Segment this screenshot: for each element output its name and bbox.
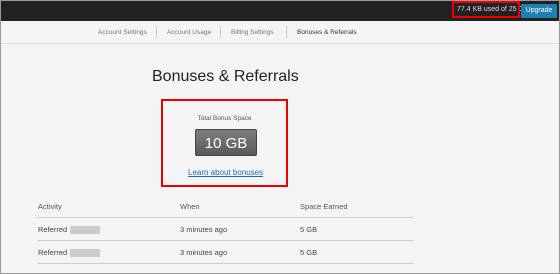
tab-account-settings[interactable]: Account Settings bbox=[98, 29, 147, 36]
tab-divider bbox=[220, 26, 221, 38]
usage-highlight-box bbox=[452, 1, 520, 18]
upgrade-button[interactable]: Upgrade bbox=[521, 4, 557, 18]
tab-divider bbox=[156, 26, 157, 38]
bonus-value-badge: 10 GB bbox=[195, 129, 257, 156]
column-header-activity: Activity bbox=[38, 202, 62, 211]
redacted-name bbox=[70, 249, 101, 258]
row-when: 3 minutes ago bbox=[180, 248, 228, 257]
row-space: 5 GB bbox=[300, 225, 318, 234]
settings-tabs: Account Settings Account Usage Billing S… bbox=[1, 21, 559, 44]
row-activity: Referred bbox=[38, 248, 101, 258]
tab-bonuses-referrals[interactable]: Bonuses & Referrals bbox=[297, 29, 357, 36]
row-when: 3 minutes ago bbox=[180, 225, 228, 234]
tab-account-usage[interactable]: Account Usage bbox=[167, 29, 211, 36]
row-space: 5 GB bbox=[300, 248, 318, 257]
redacted-name bbox=[70, 226, 101, 235]
column-header-space-earned: Space Earned bbox=[300, 202, 348, 211]
tab-billing-settings[interactable]: Billing Settings bbox=[231, 29, 274, 36]
table-divider bbox=[37, 240, 413, 241]
table-divider bbox=[37, 217, 413, 218]
table-divider bbox=[37, 263, 413, 264]
row-activity: Referred bbox=[38, 225, 101, 235]
tab-divider bbox=[286, 26, 287, 38]
column-header-when: When bbox=[180, 202, 200, 211]
bonus-caption: Total Bonus Space bbox=[197, 115, 252, 122]
page-title: Bonuses & Referrals bbox=[152, 68, 299, 85]
learn-about-bonuses-link[interactable]: Learn about bonuses bbox=[188, 168, 263, 177]
top-bar: 77.4 KB used of 25 GB Upgrade bbox=[1, 1, 559, 21]
